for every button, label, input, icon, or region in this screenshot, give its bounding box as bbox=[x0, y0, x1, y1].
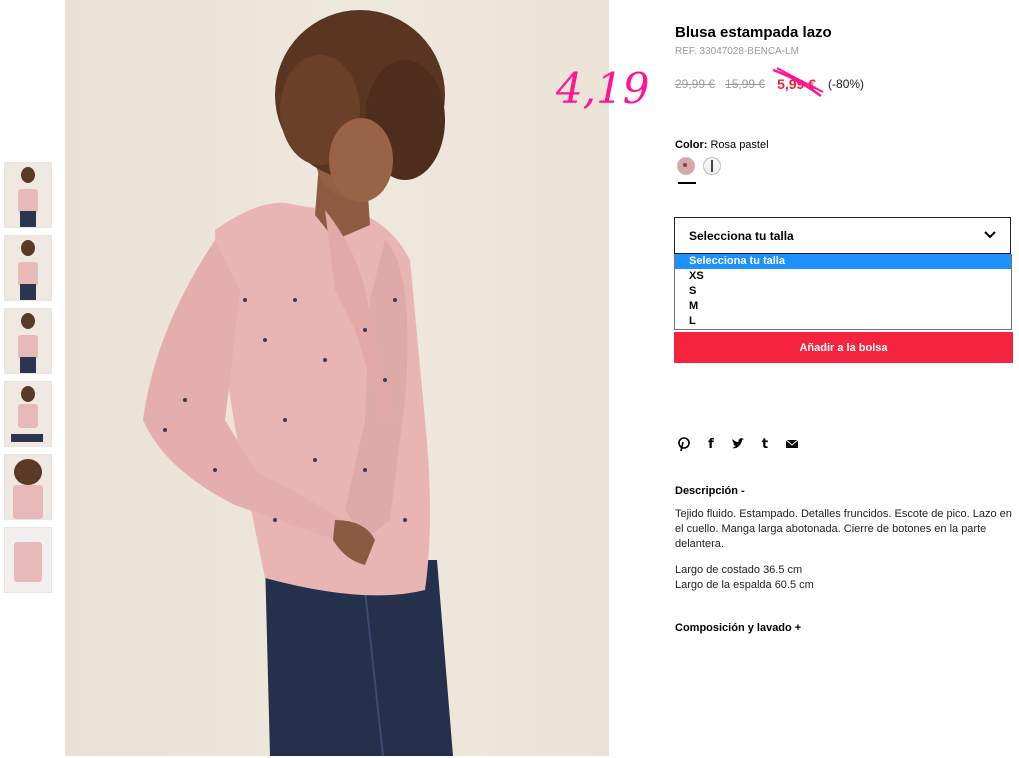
size-select-value: Selecciona tu talla bbox=[689, 228, 794, 243]
handwritten-price: 4,19 bbox=[556, 64, 650, 113]
selected-swatch-indicator bbox=[678, 182, 696, 184]
previous-price: 15,99 € bbox=[725, 77, 766, 91]
tumblr-icon[interactable]: t bbox=[757, 436, 773, 452]
thumbnail-5[interactable] bbox=[4, 454, 52, 520]
size-option[interactable]: Selecciona tu talla bbox=[675, 254, 1011, 269]
thumbnail-2[interactable] bbox=[4, 235, 52, 301]
strike-scribble bbox=[772, 67, 824, 98]
twitter-icon[interactable] bbox=[730, 436, 746, 452]
measurement-back: Largo de la espalda 60.5 cm bbox=[675, 579, 814, 591]
add-to-bag-button[interactable]: Añadir a la bolsa bbox=[674, 332, 1013, 363]
thumbnail-6[interactable] bbox=[4, 527, 52, 593]
measurements: Largo de costado 36.5 cm Largo de la esp… bbox=[675, 563, 814, 593]
size-option-s[interactable]: S bbox=[675, 284, 1011, 299]
size-option-m[interactable]: M bbox=[675, 299, 1011, 314]
pinterest-icon[interactable] bbox=[676, 436, 692, 452]
swatch-blanco[interactable] bbox=[703, 157, 721, 175]
description-text: Tejido fluido. Estampado. Detalles frunc… bbox=[675, 508, 1012, 550]
thumbnail-4[interactable] bbox=[4, 381, 52, 447]
product-main-image bbox=[65, 0, 609, 756]
thumbnail-1[interactable] bbox=[4, 162, 52, 228]
size-dropdown: Selecciona tu talla XS S M L bbox=[674, 254, 1012, 330]
original-price: 29,99 € bbox=[675, 77, 716, 91]
color-label-key: Color: bbox=[675, 139, 708, 151]
description-heading[interactable]: Descripción - bbox=[675, 485, 745, 497]
thumbnail-3[interactable] bbox=[4, 308, 52, 374]
size-option-l[interactable]: L bbox=[675, 314, 1011, 329]
product-title: Blusa estampada lazo bbox=[675, 24, 832, 41]
price-row: 29,99 € 15,99 € 5,99 € (-80%) bbox=[675, 67, 865, 98]
color-label: Color: Rosa pastel bbox=[675, 139, 769, 151]
size-option-xs[interactable]: XS bbox=[675, 269, 1011, 284]
color-label-value: Rosa pastel bbox=[710, 139, 769, 151]
facebook-icon[interactable]: f bbox=[703, 436, 719, 452]
size-select[interactable]: Selecciona tu talla bbox=[674, 217, 1011, 254]
share-icons: f t bbox=[676, 436, 800, 452]
model-illustration bbox=[143, 10, 453, 756]
mail-icon[interactable] bbox=[784, 436, 800, 452]
sale-price: 5,99 € bbox=[772, 67, 824, 98]
chevron-down-icon bbox=[984, 231, 996, 239]
color-swatches bbox=[677, 157, 721, 175]
measurement-side: Largo de costado 36.5 cm bbox=[675, 564, 803, 576]
product-reference: REF. 33047028-BENCA-LM bbox=[675, 46, 799, 57]
discount-badge: (-80%) bbox=[828, 77, 865, 91]
composition-heading[interactable]: Composición y lavado + bbox=[675, 622, 801, 634]
swatch-rosa[interactable] bbox=[677, 157, 695, 175]
thumbnail-list bbox=[4, 162, 52, 600]
